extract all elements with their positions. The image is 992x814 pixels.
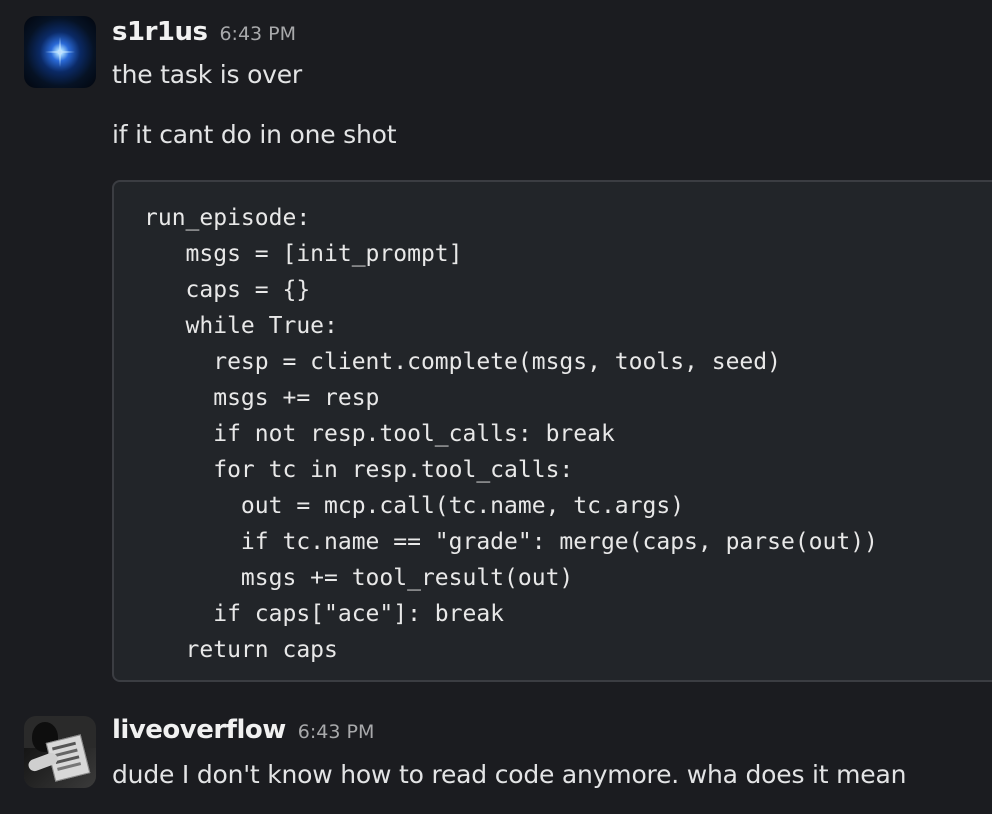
message-header: liveoverflow 6:43 PM bbox=[112, 715, 374, 745]
user-avatar-s1r1us[interactable] bbox=[24, 16, 96, 88]
username[interactable]: liveoverflow bbox=[112, 715, 286, 745]
message-text: if it cant do in one shot bbox=[112, 120, 397, 149]
timestamp[interactable]: 6:43 PM bbox=[219, 23, 296, 45]
code-block: run_episode: msgs = [init_prompt] caps =… bbox=[112, 180, 992, 682]
message-s1r1us: s1r1us 6:43 PM the task is over if it can… bbox=[0, 0, 992, 690]
timestamp[interactable]: 6:43 PM bbox=[298, 721, 375, 743]
username[interactable]: s1r1us bbox=[112, 17, 208, 47]
message-text: dude I don't know how to read code anymo… bbox=[112, 760, 907, 789]
user-avatar-liveoverflow[interactable] bbox=[24, 716, 96, 788]
message-liveoverflow: liveoverflow 6:43 PM dude I don't know ho… bbox=[0, 700, 992, 814]
message-header: s1r1us 6:43 PM bbox=[112, 17, 296, 47]
message-text: the task is over bbox=[112, 60, 303, 89]
code-content: run_episode: msgs = [init_prompt] caps =… bbox=[144, 205, 878, 663]
